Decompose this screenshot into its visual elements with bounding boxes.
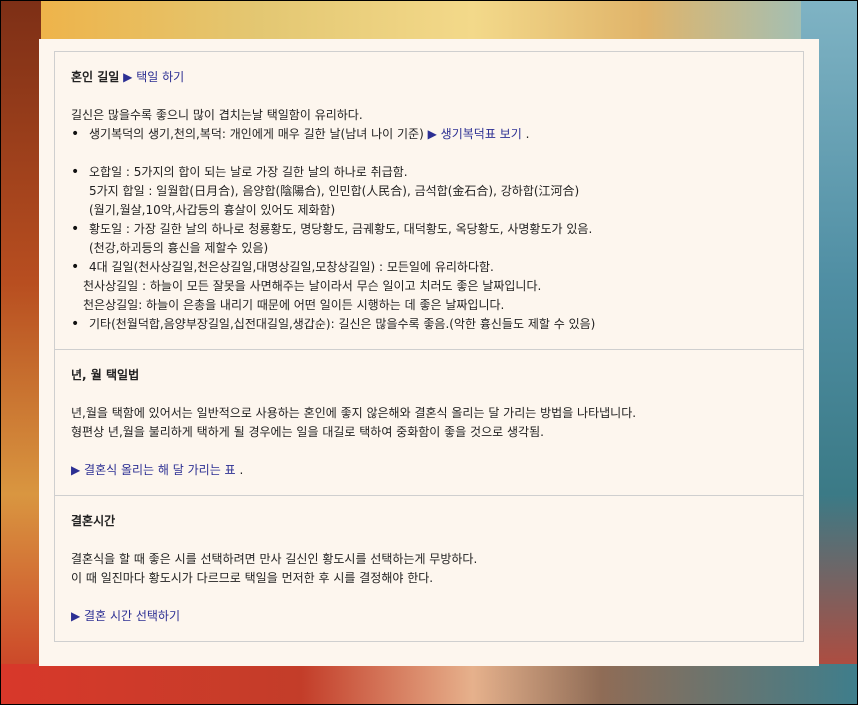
bullet-list-2: 오합일 : 5가지의 합이 되는 날로 가장 길한 날의 하나로 취급함. 5가…	[71, 163, 787, 277]
background-left	[1, 1, 41, 704]
background-bottom	[1, 664, 857, 704]
list-item: 황도일 : 가장 길한 날의 하나로 청룡황도, 명당황도, 금궤황도, 대덕황…	[71, 220, 787, 258]
link-row: ▶ 결혼 시간 선택하기	[71, 607, 787, 626]
section-title: 년, 월 택일법	[71, 368, 140, 382]
content-panel: 혼인 길일 ▶ 택일 하기 길신은 많을수록 좋으니 많이 겹치는날 택일함이 …	[39, 39, 819, 666]
section-title: 혼인 길일	[71, 70, 120, 84]
saenggi-table-link[interactable]: ▶ 생기복덕표 보기	[428, 127, 522, 141]
wedding-time-link[interactable]: ▶ 결혼 시간 선택하기	[71, 609, 180, 623]
body-text: 년,월을 택함에 있어서는 일반적으로 사용하는 혼인에 좋지 않은해와 결혼식…	[71, 406, 637, 420]
list-item-detail: (월기,월살,10악,사갑등의 흉살이 있어도 제화함)	[89, 203, 336, 217]
list-item-detail: 5가지 합일 : 일월합(日月合), 음양합(陰陽合), 인민합(人民合), 금…	[89, 184, 580, 198]
detail-line: 천사상길일 : 하늘이 모든 잘못을 사면해주는 날이라서 무슨 일이고 치러도…	[83, 279, 542, 293]
year-month-table-link[interactable]: ▶ 결혼식 올리는 해 달 가리는 표	[71, 463, 236, 477]
section-title-row: 혼인 길일 ▶ 택일 하기	[71, 68, 787, 87]
bullet-list-3: 기타(천월덕합,음양부장길일,십전대길일,생갑순): 길신은 많을수록 좋음.(…	[71, 315, 787, 334]
bullet-list: 생기복덕의 생기,천의,복덕: 개인에게 매우 길한 날(남녀 나이 기준) ▶…	[71, 125, 787, 144]
body-text: 결혼식을 할 때 좋은 시를 선택하려면 만사 길신인 황도시를 선택하는게 무…	[71, 552, 478, 566]
select-day-link[interactable]: ▶ 택일 하기	[123, 70, 184, 84]
section-wedding-lucky-days: 혼인 길일 ▶ 택일 하기 길신은 많을수록 좋으니 많이 겹치는날 택일함이 …	[54, 51, 804, 350]
list-item-detail: (천강,하괴등의 흉신을 제할수 있음)	[89, 241, 269, 255]
list-item: 오합일 : 5가지의 합이 되는 날로 가장 길한 날의 하나로 취급함. 5가…	[71, 163, 787, 220]
list-item: 생기복덕의 생기,천의,복덕: 개인에게 매우 길한 날(남녀 나이 기준) ▶…	[71, 125, 787, 144]
body-text: 형편상 년,월을 불리하게 택하게 될 경우에는 일을 대길로 택하여 중화함이…	[71, 425, 544, 439]
body-text: 이 때 일진마다 황도시가 다르므로 택일을 먼저한 후 시를 결정해야 한다.	[71, 571, 434, 585]
intro-text: 길신은 많을수록 좋으니 많이 겹치는날 택일함이 유리하다.	[71, 108, 363, 122]
list-item: 기타(천월덕합,음양부장길일,십전대길일,생갑순): 길신은 많을수록 좋음.(…	[71, 315, 787, 334]
section-year-month: 년, 월 택일법 년,월을 택함에 있어서는 일반적으로 사용하는 혼인에 좋지…	[54, 350, 804, 496]
section-title: 결혼시간	[71, 514, 116, 528]
background-top	[1, 1, 857, 41]
detail-line: 천은상길일: 하늘이 은총을 내리기 때문에 어떤 일이든 시행하는 데 좋은 …	[83, 298, 505, 312]
link-row: ▶ 결혼식 올리는 해 달 가리는 표 .	[71, 463, 244, 477]
section-wedding-time: 결혼시간 결혼식을 할 때 좋은 시를 선택하려면 만사 길신인 황도시를 선택…	[54, 496, 804, 642]
list-item: 4대 길일(천사상길일,천은상길일,대명상길일,모창상길일) : 모든일에 유리…	[71, 258, 787, 277]
